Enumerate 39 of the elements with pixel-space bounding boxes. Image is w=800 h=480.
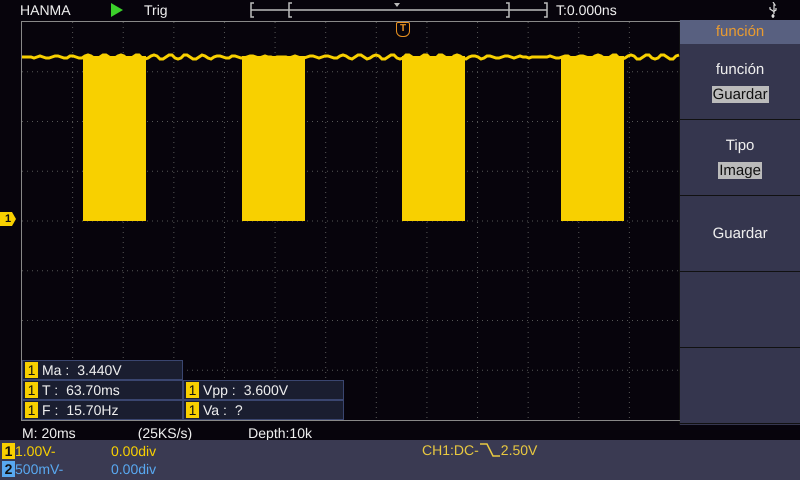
channel-offset: 0.00div [111, 443, 156, 459]
measurement-label: Ma : [42, 362, 70, 378]
measurement-value: ? [234, 402, 243, 418]
menu-item[interactable]: Guardar [680, 196, 800, 272]
measurement-label: Va : [203, 402, 227, 418]
channel-badge: 1 [186, 402, 199, 418]
channel-badge: 1 [186, 382, 199, 398]
trigger-time: T:0.000ns [556, 2, 618, 18]
channel-badge: 1 [25, 382, 38, 398]
menu-value: Guardar [712, 86, 769, 102]
measurement-value: 3.440V [77, 362, 122, 378]
trigger-level: 2.50V [500, 442, 538, 458]
measurement-label: Vpp : [203, 382, 236, 398]
measurement-value: 3.600V [244, 382, 288, 398]
falling-edge-icon [478, 442, 501, 458]
menu-item[interactable]: función Guardar [680, 44, 800, 120]
menu-value: Image [718, 162, 762, 178]
measurement-value: 15.70Hz [66, 402, 118, 418]
channel-badge: 1 [25, 362, 38, 378]
menu-title: función [680, 20, 800, 44]
brand-label: HANMA [20, 2, 72, 18]
trigger-marker: T [396, 22, 410, 37]
channel-badge: 1 [25, 402, 38, 418]
measurement-label: F : [42, 402, 58, 418]
run-state: Trig [144, 2, 169, 18]
menu-item[interactable]: Tipo Image [680, 120, 800, 196]
sample-rate: (25KS/s) [138, 424, 192, 440]
trigger-source: CH1:DC- [422, 442, 479, 458]
measurement-value: 63.70ms [66, 382, 120, 398]
timebase-scale: M: 20ms [22, 424, 76, 440]
channel-marker: 1 [0, 212, 16, 226]
memory-depth: Depth:10k [248, 424, 312, 440]
channel-offset: 0.00div [111, 461, 156, 477]
channel-badge: 1 [2, 443, 15, 459]
measurement-label: T : [42, 382, 58, 398]
channel-scale: 500mV- [15, 461, 64, 477]
usb-icon [768, 2, 778, 18]
channel-badge: 2 [2, 461, 15, 477]
channel-scale: 1.00V- [15, 443, 56, 459]
